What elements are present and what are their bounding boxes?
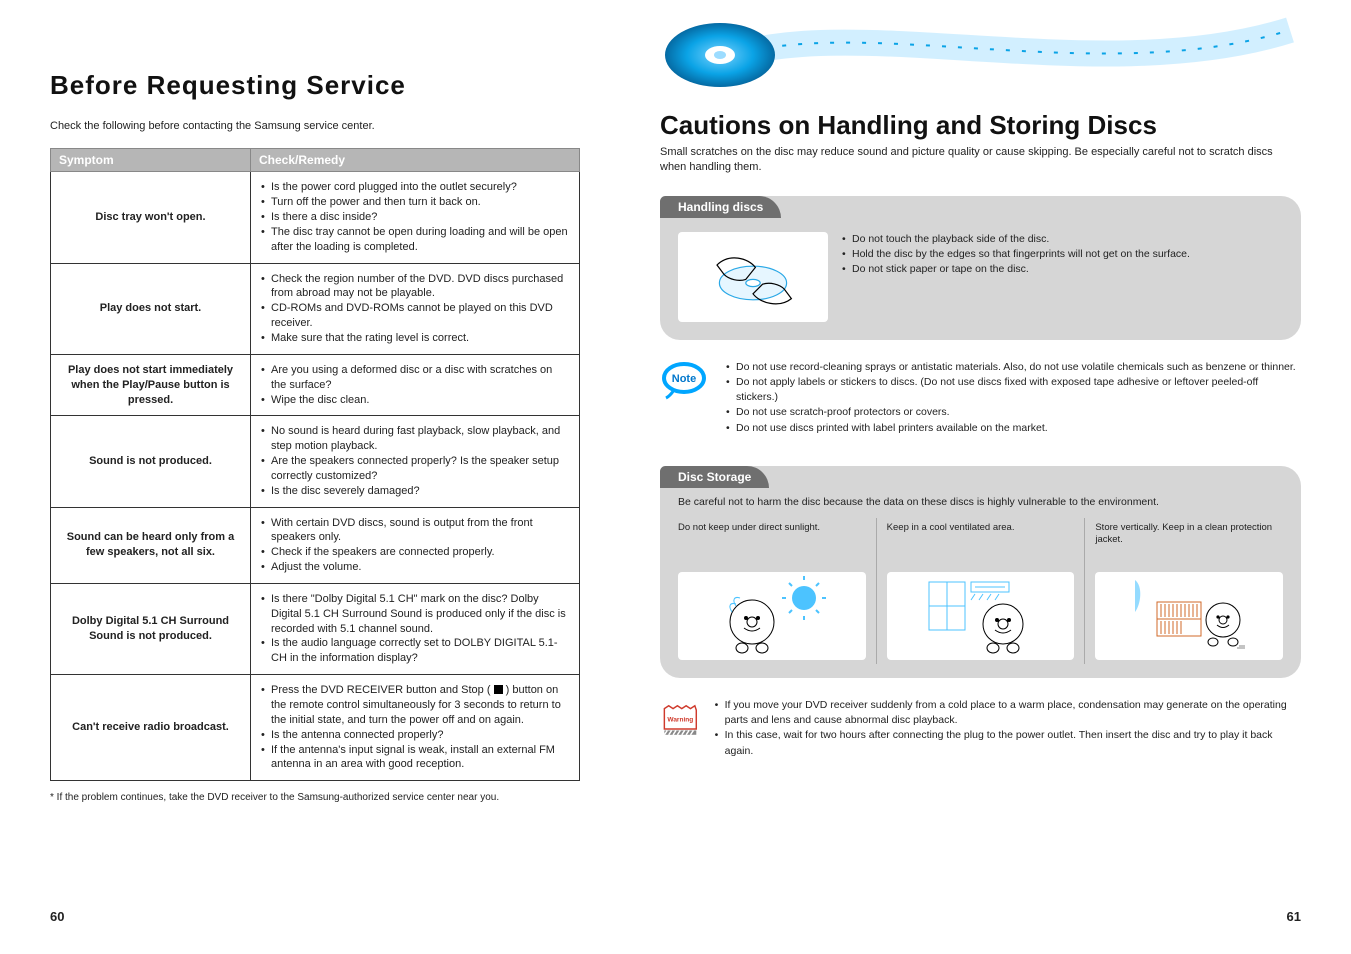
remedy-bullet: Check if the speakers are connected prop… [261,545,569,560]
remedy-bullet: With certain DVD discs, sound is output … [261,516,569,546]
storage-cell: Keep in a cool ventilated area. [876,518,1085,664]
remedy-bullet: Is there "Dolby Digital 5.1 CH" mark on … [261,592,569,637]
warning-icon: Warning [660,698,701,744]
handling-line: Do not stick paper or tape on the disc. [842,262,1190,277]
disc-filmstrip-art [650,0,1300,100]
storage-caption: Do not keep under direct sunlight. [678,522,866,564]
page-number-left: 60 [50,909,64,924]
table-row: Disc tray won't open. Is the power cord … [51,172,580,263]
note-line: Do not apply labels or stickers to discs… [726,375,1301,405]
table-row: Play does not start immediately when the… [51,354,580,416]
disc-storage-intro: Be careful not to harm the disc because … [660,488,1301,508]
disc-sunlight-icon [678,572,866,660]
svg-text:Note: Note [672,373,696,385]
storage-cell: Store vertically. Keep in a clean protec… [1084,518,1293,664]
remedy-bullet: Check the region number of the DVD. DVD … [261,272,569,302]
disc-storage-header: Disc Storage [660,466,769,488]
remedy-bullet: Is there a disc inside? [261,210,569,225]
table-row: Play does not start. Check the region nu… [51,263,580,354]
disc-shelf-icon [1095,572,1283,660]
symptom-cell: Can't receive radio broadcast. [51,675,251,781]
left-intro: Check the following before contacting th… [50,119,580,134]
symptom-cell: Sound is not produced. [51,416,251,507]
warning-block: Warning If you move your DVD receiver su… [660,698,1301,759]
note-block: Note Do not use record-cleaning sprays o… [660,360,1301,436]
handling-discs-text: Do not touch the playback side of the di… [842,232,1190,322]
troubleshooting-table: Symptom Check/Remedy Disc tray won't ope… [50,148,580,781]
handling-discs-header: Handling discs [660,196,781,218]
symptom-cell: Play does not start. [51,263,251,354]
storage-caption: Store vertically. Keep in a clean protec… [1095,522,1283,564]
left-footnote: * If the problem continues, take the DVD… [50,791,580,805]
remedy-bullet: Is the disc severely damaged? [261,484,569,499]
remedy-bullet: Are you using a deformed disc or a disc … [261,363,569,393]
storage-caption: Keep in a cool ventilated area. [887,522,1075,564]
right-subtitle: Small scratches on the disc may reduce s… [660,145,1301,176]
symptom-cell: Sound can be heard only from a few speak… [51,507,251,583]
warning-line: If you move your DVD receiver suddenly f… [715,698,1301,728]
table-row: Sound can be heard only from a few speak… [51,507,580,583]
note-line: Do not use record-cleaning sprays or ant… [726,360,1301,375]
stop-icon [494,685,503,694]
table-row: Dolby Digital 5.1 CH Surround Sound is n… [51,583,580,674]
remedy-text-prefix: Press the DVD RECEIVER button and Stop ( [271,684,491,696]
remedy-bullet: Adjust the volume. [261,560,569,575]
disc-cool-area-icon [887,572,1075,660]
table-row: Sound is not produced. No sound is heard… [51,416,580,507]
note-line: Do not use discs printed with label prin… [726,421,1301,436]
remedy-cell: Press the DVD RECEIVER button and Stop (… [251,675,580,781]
hands-holding-disc-icon [678,232,828,322]
remedy-bullet: If the antenna's input signal is weak, i… [261,743,569,773]
warning-line: In this case, wait for two hours after c… [715,728,1301,758]
remedy-cell: Is the power cord plugged into the outle… [251,172,580,263]
note-line: Do not use scratch-proof protectors or c… [726,405,1301,420]
remedy-bullet: No sound is heard during fast playback, … [261,424,569,454]
remedy-cell: Is there "Dolby Digital 5.1 CH" mark on … [251,583,580,674]
symptom-cell: Disc tray won't open. [51,172,251,263]
remedy-bullet: The disc tray cannot be open during load… [261,225,569,255]
storage-cell: Do not keep under direct sunlight. [668,518,876,664]
left-page-title: Before Requesting Service [50,70,580,101]
note-icon: Note [660,360,712,400]
symptom-cell: Play does not start immediately when the… [51,354,251,416]
handling-line: Do not touch the playback side of the di… [842,232,1190,247]
remedy-bullet: Wipe the disc clean. [261,393,569,408]
remedy-cell: No sound is heard during fast playback, … [251,416,580,507]
remedy-bullet: Make sure that the rating level is corre… [261,331,569,346]
disc-storage-panel: Disc Storage Be careful not to harm the … [660,466,1301,678]
page-number-right: 61 [1287,909,1301,924]
remedy-cell: Are you using a deformed disc or a disc … [251,354,580,416]
table-header-remedy: Check/Remedy [251,149,580,172]
remedy-bullet: Press the DVD RECEIVER button and Stop (… [261,683,569,728]
remedy-cell: Check the region number of the DVD. DVD … [251,263,580,354]
svg-text:Warning: Warning [667,717,693,724]
table-header-symptom: Symptom [51,149,251,172]
note-text: Do not use record-cleaning sprays or ant… [726,360,1301,436]
remedy-bullet: Is the power cord plugged into the outle… [261,180,569,195]
remedy-bullet: CD-ROMs and DVD-ROMs cannot be played on… [261,301,569,331]
remedy-bullet: Turn off the power and then turn it back… [261,195,569,210]
table-row: Can't receive radio broadcast. Press the… [51,675,580,781]
handling-line: Hold the disc by the edges so that finge… [842,247,1190,262]
remedy-bullet: Is the audio language correctly set to D… [261,636,569,666]
remedy-bullet: Are the speakers connected properly? Is … [261,454,569,484]
handling-discs-panel: Handling discs Do not touch the playback… [660,196,1301,340]
symptom-cell: Dolby Digital 5.1 CH Surround Sound is n… [51,583,251,674]
remedy-bullet: Is the antenna connected properly? [261,728,569,743]
right-page-title: Cautions on Handling and Storing Discs [660,110,1301,141]
remedy-cell: With certain DVD discs, sound is output … [251,507,580,583]
warning-text: If you move your DVD receiver suddenly f… [715,698,1301,759]
